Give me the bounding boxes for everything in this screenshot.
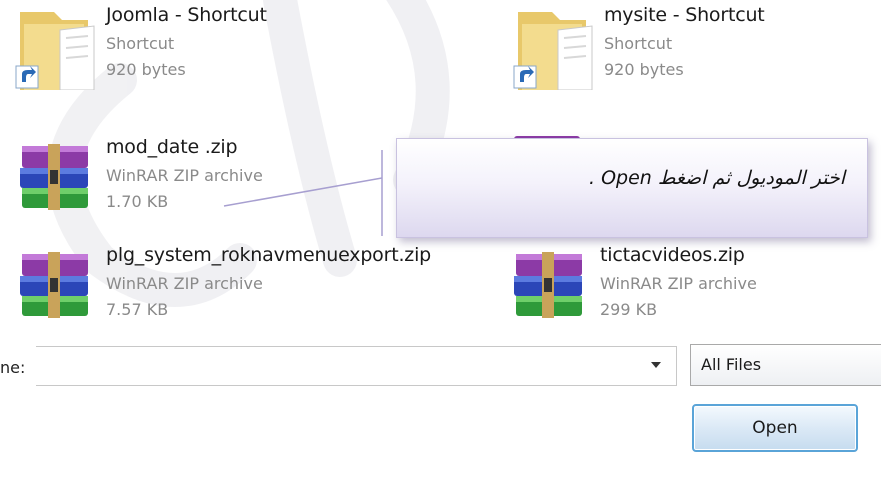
file-name: mysite - Shortcut xyxy=(604,4,765,26)
folder-shortcut-icon xyxy=(513,12,593,90)
file-type: WinRAR ZIP archive xyxy=(106,274,263,293)
file-name: Joomla - Shortcut xyxy=(106,4,267,26)
open-button[interactable]: Open xyxy=(692,404,858,452)
filter-selected-value: All Files xyxy=(701,355,762,374)
file-type: WinRAR ZIP archive xyxy=(106,166,263,185)
winrar-archive-icon xyxy=(514,252,582,318)
winrar-archive-icon xyxy=(20,252,88,318)
filename-input[interactable] xyxy=(36,346,677,386)
file-item-joomla-shortcut[interactable]: Joomla - Shortcut Shortcut 920 bytes xyxy=(14,0,394,110)
file-size: 1.70 KB xyxy=(106,192,169,211)
file-size: 299 KB xyxy=(600,300,658,319)
file-size: 920 bytes xyxy=(604,60,684,79)
file-item-plg-system-zip[interactable]: plg_system_roknavmenuexport.zip WinRAR Z… xyxy=(14,240,494,350)
file-type: Shortcut xyxy=(604,34,673,53)
file-type-filter[interactable]: All Files xyxy=(690,344,881,386)
file-name: tictacvideos.zip xyxy=(600,244,745,266)
file-item-mod-date-zip[interactable]: mod_date .zip WinRAR ZIP archive 1.70 KB xyxy=(14,132,394,242)
file-type: WinRAR ZIP archive xyxy=(600,274,757,293)
filename-label: ne: xyxy=(0,358,26,377)
file-item-tictacvideos-zip[interactable]: tictacvideos.zip WinRAR ZIP archive 299 … xyxy=(508,240,881,350)
file-name: mod_date .zip xyxy=(106,136,238,158)
file-type: Shortcut xyxy=(106,34,175,53)
chevron-down-icon[interactable] xyxy=(650,361,662,369)
file-size: 7.57 KB xyxy=(106,300,169,319)
instruction-callout: اختر الموديول ثم اضغط Open . xyxy=(396,138,868,238)
file-name: plg_system_roknavmenuexport.zip xyxy=(106,244,432,266)
folder-shortcut-icon xyxy=(15,12,95,90)
winrar-archive-icon xyxy=(20,144,88,210)
file-size: 920 bytes xyxy=(106,60,186,79)
file-item-mysite-shortcut[interactable]: mysite - Shortcut Shortcut 920 bytes xyxy=(512,0,881,110)
callout-text: اختر الموديول ثم اضغط Open . xyxy=(588,167,845,189)
